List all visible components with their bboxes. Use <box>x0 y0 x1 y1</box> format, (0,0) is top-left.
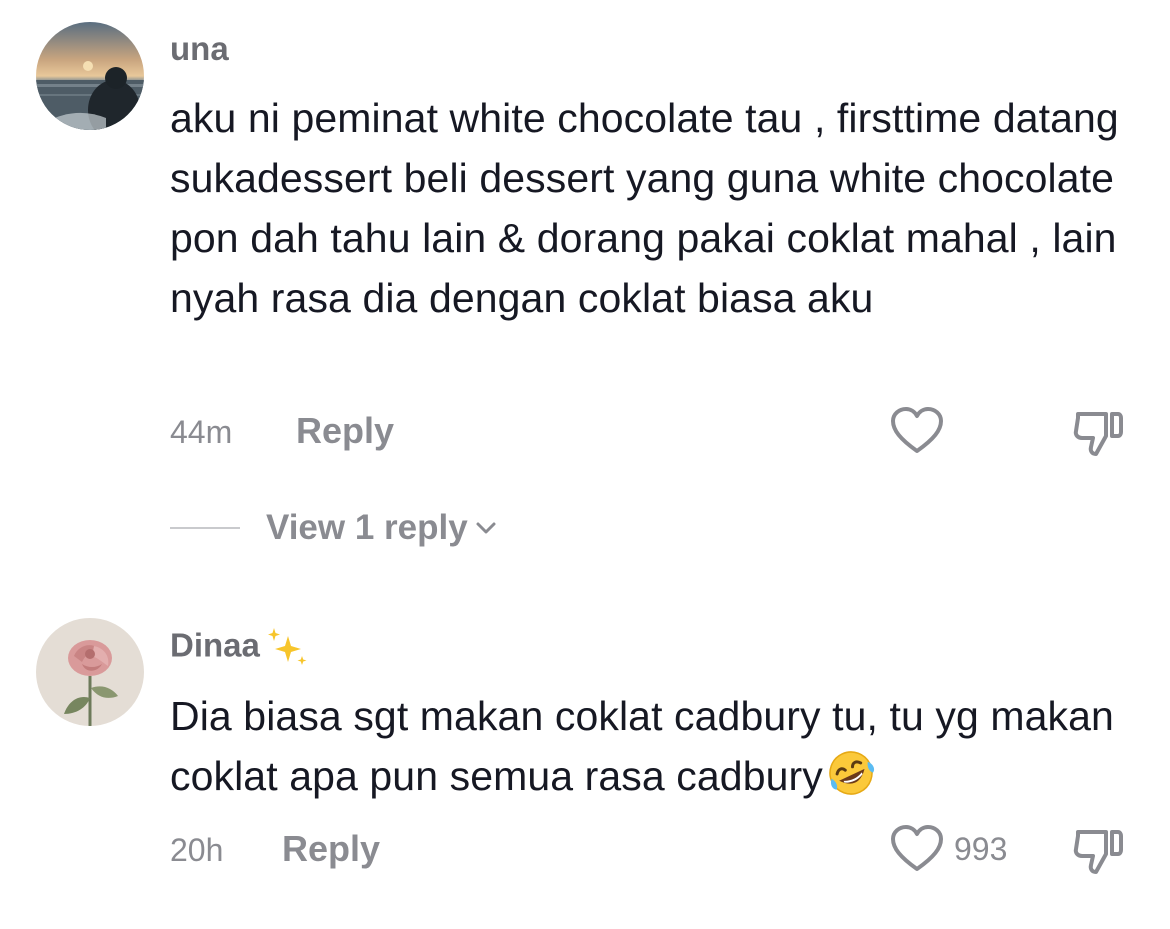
reply-button[interactable]: Reply <box>296 410 394 452</box>
avatar[interactable] <box>36 618 144 726</box>
reply-button[interactable]: Reply <box>282 828 380 870</box>
sparkles-icon <box>267 628 307 665</box>
username[interactable]: una <box>170 30 229 68</box>
avatar[interactable] <box>36 22 144 130</box>
like-button[interactable] <box>890 406 954 456</box>
thumbs-down-icon <box>1073 412 1123 456</box>
divider-line <box>170 527 240 529</box>
username[interactable]: Dinaa <box>170 626 310 670</box>
comment-time: 20h <box>170 832 224 868</box>
username-text: Dinaa <box>170 626 260 664</box>
chevron-down-icon <box>476 522 496 534</box>
like-button[interactable]: 993 <box>890 824 1007 874</box>
thumbs-down-icon <box>1073 830 1123 874</box>
heart-icon <box>891 407 943 453</box>
dislike-button[interactable] <box>1072 408 1124 463</box>
view-replies-label: View 1 reply <box>266 508 468 547</box>
comment-text-body: Dia biasa sgt makan coklat cadbury tu, t… <box>170 693 1114 799</box>
comment-item: Dinaa Dia biasa sgt makan coklat cadbury… <box>0 600 1170 929</box>
rose-avatar <box>36 618 144 726</box>
view-replies-button[interactable]: View 1 reply <box>170 508 498 548</box>
comment-item: una aku ni peminat white chocolate tau ,… <box>0 0 1170 560</box>
comment-text: aku ni peminat white chocolate tau , fir… <box>170 95 1119 321</box>
dislike-button[interactable] <box>1072 826 1124 881</box>
heart-icon <box>891 825 943 871</box>
comment-text: Dia biasa sgt makan coklat cadbury tu, t… <box>170 686 1140 806</box>
rolling-on-floor-laughing-emoji <box>829 751 874 795</box>
comment-time: 44m <box>170 414 233 450</box>
sunset-silhouette-avatar <box>36 22 144 130</box>
like-count: 993 <box>954 830 1008 867</box>
